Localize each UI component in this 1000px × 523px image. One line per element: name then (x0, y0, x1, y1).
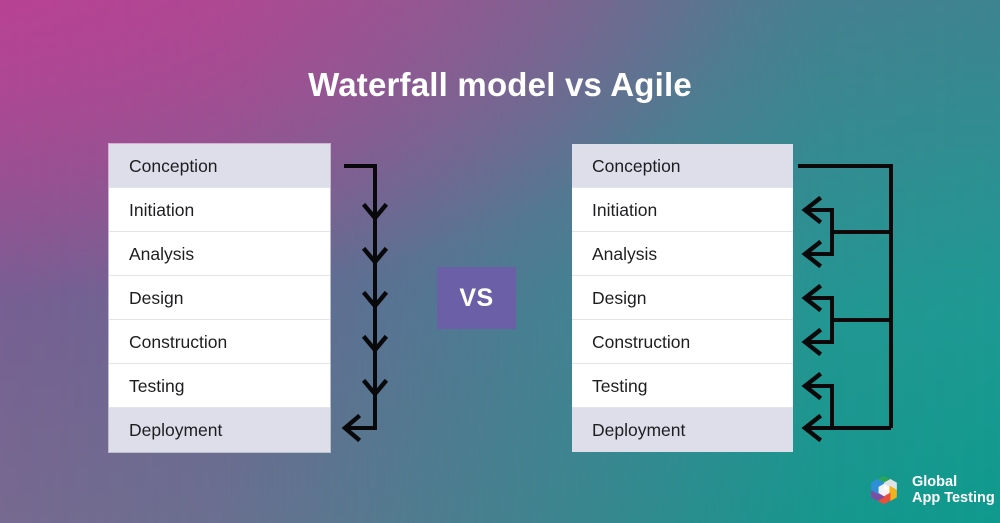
list-item: Deployment (109, 408, 330, 452)
list-item: Conception (572, 144, 793, 188)
list-item: Testing (572, 364, 793, 408)
page-title: Waterfall model vs Agile (308, 66, 692, 103)
list-item: Conception (109, 144, 330, 188)
list-item: Construction (572, 320, 793, 364)
vs-badge: VS (437, 267, 516, 329)
logo-line-1: Global (912, 473, 958, 490)
list-item: Initiation (109, 188, 330, 232)
agile-phase-list: Conception Initiation Analysis Design Co… (572, 144, 793, 452)
logo-wordmark: Global App Testing (912, 474, 995, 506)
list-item: Deployment (572, 408, 793, 452)
list-item: Testing (109, 364, 330, 408)
waterfall-flow-arrow (341, 164, 389, 443)
list-item: Construction (109, 320, 330, 364)
waterfall-phase-list: Conception Initiation Analysis Design Co… (109, 144, 330, 452)
agile-flow-arrows (798, 164, 893, 443)
logo-line-2: App Testing (912, 490, 995, 506)
infographic-canvas: Waterfall model vs Agile Conception Init… (0, 0, 1000, 523)
global-app-testing-hexagon-icon (871, 475, 897, 505)
list-item: Design (109, 276, 330, 320)
list-item: Analysis (572, 232, 793, 276)
list-item: Initiation (572, 188, 793, 232)
list-item: Design (572, 276, 793, 320)
brand-logo: Global App Testing (864, 470, 995, 510)
list-item: Analysis (109, 232, 330, 276)
